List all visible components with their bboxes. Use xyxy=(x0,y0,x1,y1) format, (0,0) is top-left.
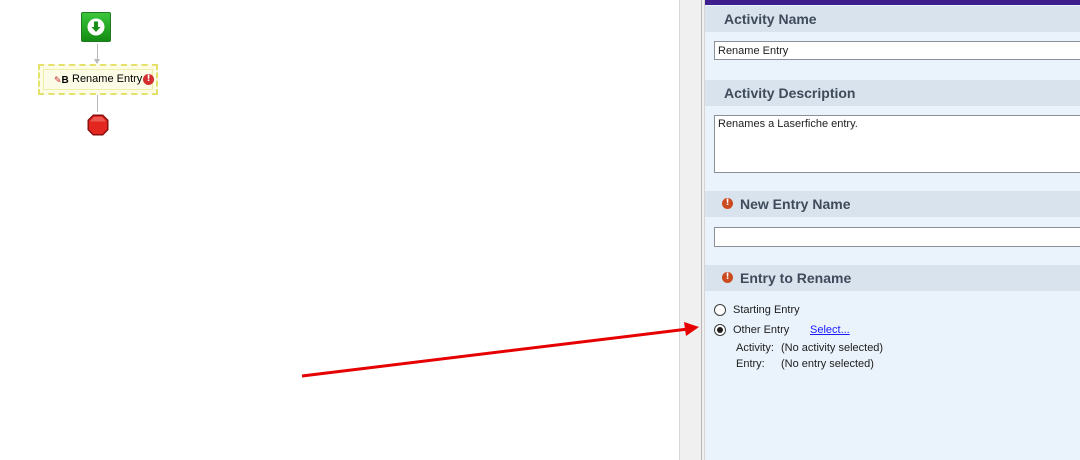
other-entry-radio[interactable] xyxy=(714,324,726,336)
pane-splitter[interactable] xyxy=(679,0,705,460)
new-entry-name-header: ! New Entry Name xyxy=(705,191,1080,217)
new-entry-name-title: New Entry Name xyxy=(740,196,851,212)
activity-name-input[interactable] xyxy=(714,41,1080,60)
other-entry-option[interactable]: Other Entry Select... xyxy=(714,323,864,337)
selected-activity-value: (No activity selected) xyxy=(781,342,884,354)
other-entry-label: Other Entry xyxy=(733,324,790,336)
connector-line xyxy=(97,44,98,60)
properties-top-bar xyxy=(705,0,1080,5)
stop-octagon-icon xyxy=(87,114,109,136)
activity-label: Rename Entry xyxy=(72,73,143,85)
required-field-icon: ! xyxy=(722,272,733,283)
error-indicator-icon[interactable]: ! xyxy=(143,74,154,85)
rename-entry-icon: ✎B xyxy=(54,75,69,86)
new-entry-name-input[interactable] xyxy=(714,227,1080,247)
activity-name-header: Activity Name xyxy=(705,6,1080,32)
rename-entry-activity[interactable]: ✎B Rename Entry ! xyxy=(38,64,158,95)
connector-line xyxy=(97,95,98,112)
activity-description-header: Activity Description xyxy=(705,80,1080,106)
selected-entry-label: Entry: xyxy=(736,358,765,370)
activity-description-input[interactable]: Renames a Laserfiche entry. xyxy=(714,115,1080,173)
down-arrow-icon xyxy=(87,18,105,36)
starting-entry-radio[interactable] xyxy=(714,304,726,316)
selected-entry-value: (No entry selected) xyxy=(781,358,874,370)
starting-entry-label: Starting Entry xyxy=(733,304,800,316)
splitter-rail xyxy=(701,0,702,460)
properties-pane: Activity Name Activity Description Renam… xyxy=(705,0,1080,460)
selected-activity-label: Activity: xyxy=(736,342,774,354)
activity-name-title: Activity Name xyxy=(724,11,817,27)
end-node-icon[interactable] xyxy=(86,113,110,137)
activity-description-title: Activity Description xyxy=(724,85,856,101)
entry-to-rename-header: ! Entry to Rename xyxy=(705,265,1080,291)
start-node-icon[interactable] xyxy=(81,12,111,42)
select-entry-link[interactable]: Select... xyxy=(810,323,850,337)
required-field-icon: ! xyxy=(722,198,733,209)
workflow-designer-canvas[interactable]: ✎B Rename Entry ! xyxy=(0,0,680,460)
entry-to-rename-title: Entry to Rename xyxy=(740,270,852,286)
